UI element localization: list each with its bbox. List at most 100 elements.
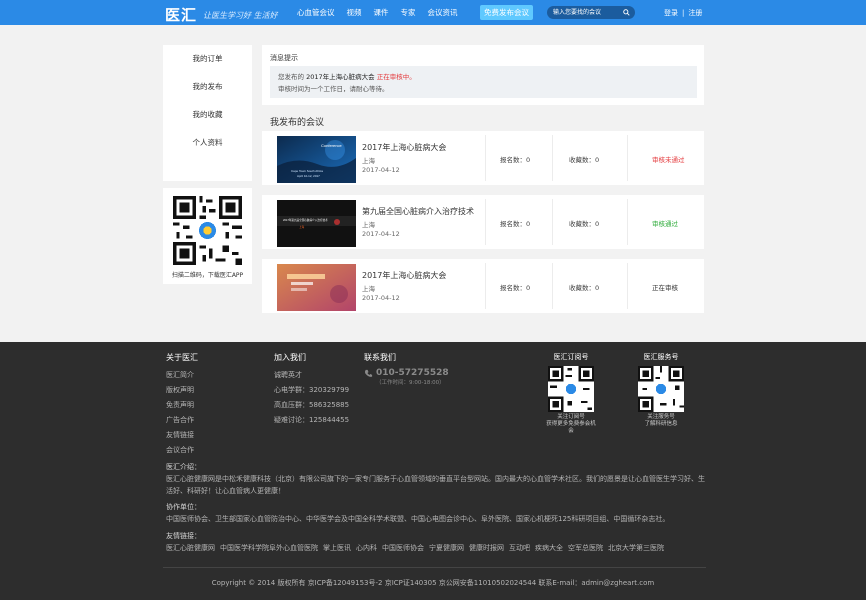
- footer-link-intro[interactable]: 医汇简介: [166, 368, 198, 383]
- meeting-date: 2017-04-12: [362, 166, 400, 174]
- nav-item-video[interactable]: 视频: [347, 7, 362, 18]
- footer-link-ads[interactable]: 广告合作: [166, 413, 198, 428]
- friend-link[interactable]: 掌上医讯: [323, 544, 351, 552]
- footer-links-label: 友情链接：: [166, 532, 201, 540]
- footer-contact-title: 联系我们: [364, 353, 396, 362]
- footer-link-meeting-coop[interactable]: 会议合作: [166, 443, 198, 458]
- footer-friend-links: 友情链接： 医汇心脏健康网 中国医学科学院阜外心血管医院 掌上医讯 心内科 中国医师协会…: [166, 530, 706, 554]
- footer-partners-text: 中国医师协会、卫生部国家心血管防治中心、中华医学会及中国全科学术联盟、中国心电图…: [166, 515, 670, 523]
- divider: [552, 263, 553, 309]
- nav-item-meetings[interactable]: 心血管会议: [297, 7, 335, 18]
- login-link[interactable]: 登录: [664, 9, 678, 17]
- footer-about: 关于医汇 医汇简介 版权声明 免责声明 广告合作 友情链接 会议合作: [166, 352, 198, 458]
- search-icon[interactable]: [623, 9, 630, 16]
- meeting-thumbnail[interactable]: [277, 264, 356, 311]
- nav-item-courseware[interactable]: 课件: [374, 7, 389, 18]
- nav-item-experts[interactable]: 专家: [401, 7, 416, 18]
- qr-subscription-note-2: 获得更多免费参会机会: [546, 421, 596, 434]
- meeting-date: 2017-04-12: [362, 294, 400, 302]
- notice-conference[interactable]: 2017年上海心脏病大会: [306, 73, 375, 81]
- review-status: 正在审核: [652, 284, 678, 292]
- meeting-title[interactable]: 2017年上海心脏病大会: [362, 270, 446, 281]
- meeting-thumbnail[interactable]: Conference Cape Town South Africa April …: [277, 136, 356, 183]
- footer-intro-text: 医汇心脏健康网是中松禾健康科技（北京）有限公司旗下的一家专门服务于心血管领域的垂…: [166, 475, 705, 495]
- divider: [485, 263, 486, 309]
- meeting-title[interactable]: 2017年上海心脏病大会: [362, 142, 446, 153]
- meeting-city: 上海: [362, 285, 375, 293]
- divider: [627, 135, 628, 181]
- signup-count: 报名数：0: [500, 220, 531, 228]
- friend-link[interactable]: 心内科: [356, 544, 377, 552]
- divider: [485, 135, 486, 181]
- service-qr-code: [638, 366, 684, 412]
- footer-qq-discussion: 疑难讨论：125844455: [274, 416, 350, 424]
- thumb-subtitle: Cape Town South Africa: [291, 169, 323, 173]
- footer-phone-number: 010-57275528: [376, 368, 449, 378]
- review-status: 审核通过: [652, 220, 678, 228]
- search-input[interactable]: [553, 7, 619, 18]
- notice-title: 消息提示: [270, 54, 298, 62]
- friend-link[interactable]: 医汇心脏健康网: [166, 544, 215, 552]
- sidebar: 我的订单 我的发布 我的收藏 个人资料: [163, 45, 252, 181]
- friend-link[interactable]: 宁夏健康网: [429, 544, 464, 552]
- footer-intro-label: 医汇介绍：: [166, 463, 201, 471]
- friend-link[interactable]: 疾病大全: [535, 544, 563, 552]
- footer-hours: （工作时间：9:00-18:00）: [376, 380, 445, 386]
- divider: [627, 199, 628, 245]
- meeting-thumbnail[interactable]: 2017年第九届全国心脏病介入治疗技术 上海: [277, 200, 356, 247]
- footer-link-jobs[interactable]: 诚聘英才: [274, 368, 349, 383]
- meeting-title[interactable]: 第九届全国心脏病介入治疗技术: [362, 206, 474, 217]
- notice-status: 正在审核中。: [376, 73, 416, 81]
- footer-partners: 协作单位： 中国医师协会、卫生部国家心血管防治中心、中华医学会及中国全科学术联盟…: [166, 501, 706, 525]
- footer-about-title: 关于医汇: [166, 353, 198, 362]
- divider: [627, 263, 628, 309]
- thumb-date: April 10-12, 2017: [297, 174, 320, 178]
- footer-qq-ecg: 心电学群：320329799: [274, 386, 350, 394]
- app-qr-code: [173, 196, 242, 265]
- footer-divider: [163, 567, 706, 568]
- sidebar-item-published[interactable]: 我的发布: [163, 73, 252, 101]
- qr-service-title: 医汇服务号: [643, 353, 679, 361]
- friend-link[interactable]: 中国医学科学院阜外心血管医院: [220, 544, 318, 552]
- meeting-card: 2017年上海心脏病大会 上海 2017-04-12 报名数：0 收藏数：0 正…: [262, 259, 704, 313]
- thumb-title: 2017年第九届全国心脏病介入治疗技术: [283, 218, 328, 222]
- qr-subscription-title: 医汇订阅号: [553, 353, 589, 361]
- favorite-count: 收藏数：0: [569, 284, 600, 292]
- notice-prefix: 您发布的: [278, 73, 304, 81]
- footer-link-friends[interactable]: 友情链接: [166, 428, 198, 443]
- sidebar-item-favorites[interactable]: 我的收藏: [163, 101, 252, 129]
- sidebar-item-orders[interactable]: 我的订单: [163, 45, 252, 73]
- meeting-city: 上海: [362, 157, 375, 165]
- footer-partners-label: 协作单位：: [166, 503, 201, 511]
- publish-meeting-button[interactable]: 免费发布会议: [480, 5, 533, 20]
- footer-link-disclaimer[interactable]: 免责声明: [166, 398, 198, 413]
- app-qr-panel: 扫描二维码，下载医汇APP: [163, 188, 252, 284]
- divider: [485, 199, 486, 245]
- divider: [552, 199, 553, 245]
- separator: |: [682, 9, 685, 17]
- footer-qq-hypertension: 高血压群：586325885: [274, 401, 350, 409]
- register-link[interactable]: 注册: [688, 9, 702, 17]
- thumb-title: Conference: [321, 143, 342, 148]
- signup-count: 报名数：0: [500, 284, 531, 292]
- friend-link[interactable]: 中国医师协会: [382, 544, 424, 552]
- friend-link[interactable]: 健康时报网: [469, 544, 504, 552]
- friend-link[interactable]: 北京大学第三医院: [608, 544, 664, 552]
- footer-phone: 010-57275528: [364, 368, 449, 378]
- footer-qr-service: 医汇服务号 关注服务号 了解科研信息: [635, 352, 687, 428]
- search-box: [547, 6, 635, 19]
- top-navbar: 医汇 让医生学习好 生活好 心血管会议 视频 课件 专家 会议资讯 免费发布会议…: [0, 0, 866, 25]
- favorite-count: 收藏数：0: [569, 220, 600, 228]
- thumb-subtitle: 上海: [299, 225, 305, 229]
- sidebar-item-profile[interactable]: 个人资料: [163, 129, 252, 157]
- subscription-qr-code: [548, 366, 594, 412]
- friend-link[interactable]: 互动吧: [509, 544, 530, 552]
- meeting-card: Conference Cape Town South Africa April …: [262, 131, 704, 185]
- nav-item-news[interactable]: 会议资讯: [428, 7, 458, 18]
- logo[interactable]: 医汇: [165, 4, 197, 25]
- notice-panel: 消息提示 您发布的 2017年上海心脏病大会 正在审核中。 审核时间为一个工作日…: [262, 45, 704, 105]
- footer-link-copyright[interactable]: 版权声明: [166, 383, 198, 398]
- friend-link[interactable]: 空军总医院: [568, 544, 603, 552]
- footer-contact: 联系我们 010-57275528 （工作时间：9:00-18:00）: [364, 352, 449, 386]
- footer-join-title: 加入我们: [274, 353, 306, 362]
